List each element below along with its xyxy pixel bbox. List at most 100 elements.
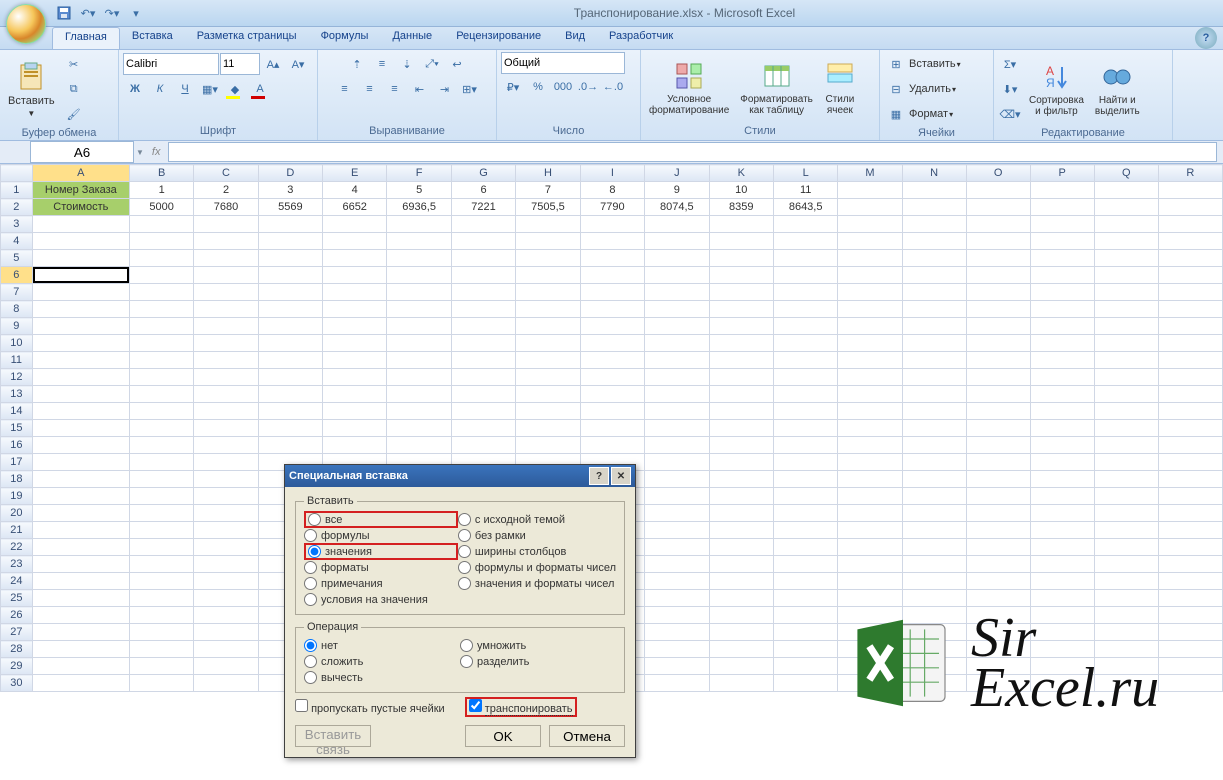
cell-L27[interactable] xyxy=(773,624,838,641)
row-header-26[interactable]: 26 xyxy=(1,607,33,624)
cell-F8[interactable] xyxy=(387,301,452,318)
grow-font-icon[interactable]: A▴ xyxy=(261,52,285,76)
cell-E9[interactable] xyxy=(323,318,387,335)
cell-K3[interactable] xyxy=(709,216,773,233)
bold-icon[interactable]: Ж xyxy=(123,77,147,101)
row-header-16[interactable]: 16 xyxy=(1,437,33,454)
row-header-25[interactable]: 25 xyxy=(1,590,33,607)
cell-A30[interactable] xyxy=(32,675,129,692)
col-header-A[interactable]: A xyxy=(32,165,129,182)
cell-M10[interactable] xyxy=(838,335,902,352)
cell-J15[interactable] xyxy=(645,420,710,437)
cell-J13[interactable] xyxy=(645,386,710,403)
row-header-12[interactable]: 12 xyxy=(1,369,33,386)
cell-F10[interactable] xyxy=(387,335,452,352)
cell-M20[interactable] xyxy=(838,505,902,522)
cell-R21[interactable] xyxy=(1158,522,1222,539)
cell-A21[interactable] xyxy=(32,522,129,539)
cell-G1[interactable]: 6 xyxy=(451,182,515,199)
cell-M8[interactable] xyxy=(838,301,902,318)
cell-P21[interactable] xyxy=(1030,522,1094,539)
cell-F12[interactable] xyxy=(387,369,452,386)
row-header-30[interactable]: 30 xyxy=(1,675,33,692)
cell-L14[interactable] xyxy=(773,403,838,420)
opt-val-num[interactable]: значения и форматы чисел xyxy=(458,577,616,590)
col-header-O[interactable]: O xyxy=(966,165,1030,182)
insert-cells-label[interactable]: Вставить xyxy=(909,58,956,70)
cell-O16[interactable] xyxy=(966,437,1030,454)
cell-N14[interactable] xyxy=(902,403,966,420)
cell-N1[interactable] xyxy=(902,182,966,199)
cell-M14[interactable] xyxy=(838,403,902,420)
cell-O21[interactable] xyxy=(966,522,1030,539)
cell-D13[interactable] xyxy=(258,386,322,403)
cell-D14[interactable] xyxy=(258,403,322,420)
cell-P22[interactable] xyxy=(1030,539,1094,556)
font-name-combo[interactable] xyxy=(123,53,219,75)
opt-formulas[interactable]: формулы xyxy=(304,529,458,542)
cell-C8[interactable] xyxy=(194,301,258,318)
cell-J20[interactable] xyxy=(645,505,710,522)
cell-A12[interactable] xyxy=(32,369,129,386)
cell-H11[interactable] xyxy=(516,352,581,369)
tab-review[interactable]: Рецензирование xyxy=(444,27,553,49)
cell-Q22[interactable] xyxy=(1094,539,1158,556)
cell-J30[interactable] xyxy=(645,675,710,692)
number-format-combo[interactable] xyxy=(501,52,625,74)
cell-A16[interactable] xyxy=(32,437,129,454)
cell-Q6[interactable] xyxy=(1094,267,1158,284)
cell-I2[interactable]: 7790 xyxy=(580,199,644,216)
cell-I11[interactable] xyxy=(580,352,644,369)
tab-data[interactable]: Данные xyxy=(380,27,444,49)
cell-M18[interactable] xyxy=(838,471,902,488)
row-header-24[interactable]: 24 xyxy=(1,573,33,590)
cell-J22[interactable] xyxy=(645,539,710,556)
cell-Q4[interactable] xyxy=(1094,233,1158,250)
cell-N6[interactable] xyxy=(902,267,966,284)
cell-J25[interactable] xyxy=(645,590,710,607)
cell-G10[interactable] xyxy=(451,335,515,352)
cell-G9[interactable] xyxy=(451,318,515,335)
opt-validation[interactable]: условия на значения xyxy=(304,593,458,606)
save-icon[interactable] xyxy=(54,3,74,23)
worksheet-grid[interactable]: ABCDEFGHIJKLMNOPQR1Номер Заказа123456789… xyxy=(0,164,1223,778)
cell-H2[interactable]: 7505,5 xyxy=(516,199,581,216)
col-header-L[interactable]: L xyxy=(773,165,838,182)
cell-P16[interactable] xyxy=(1030,437,1094,454)
row-header-22[interactable]: 22 xyxy=(1,539,33,556)
cell-P10[interactable] xyxy=(1030,335,1094,352)
cell-A4[interactable] xyxy=(32,233,129,250)
cell-K16[interactable] xyxy=(709,437,773,454)
col-header-K[interactable]: K xyxy=(709,165,773,182)
cell-O7[interactable] xyxy=(966,284,1030,301)
cell-R2[interactable] xyxy=(1158,199,1222,216)
cell-R8[interactable] xyxy=(1158,301,1222,318)
cell-L11[interactable] xyxy=(773,352,838,369)
cell-P5[interactable] xyxy=(1030,250,1094,267)
cell-J12[interactable] xyxy=(645,369,710,386)
cell-C19[interactable] xyxy=(194,488,258,505)
cell-A20[interactable] xyxy=(32,505,129,522)
cell-R3[interactable] xyxy=(1158,216,1222,233)
cell-B29[interactable] xyxy=(130,658,194,675)
cell-H3[interactable] xyxy=(516,216,581,233)
cancel-button[interactable]: Отмена xyxy=(549,725,625,747)
cell-L10[interactable] xyxy=(773,335,838,352)
cell-K1[interactable]: 10 xyxy=(709,182,773,199)
cell-G7[interactable] xyxy=(451,284,515,301)
row-header-14[interactable]: 14 xyxy=(1,403,33,420)
cell-K14[interactable] xyxy=(709,403,773,420)
cell-R14[interactable] xyxy=(1158,403,1222,420)
cell-P15[interactable] xyxy=(1030,420,1094,437)
redo-icon[interactable]: ↷▾ xyxy=(102,3,122,23)
cell-N16[interactable] xyxy=(902,437,966,454)
row-header-9[interactable]: 9 xyxy=(1,318,33,335)
row-header-19[interactable]: 19 xyxy=(1,488,33,505)
cell-A6[interactable] xyxy=(32,267,129,284)
row-header-5[interactable]: 5 xyxy=(1,250,33,267)
col-header-G[interactable]: G xyxy=(451,165,515,182)
cell-D12[interactable] xyxy=(258,369,322,386)
col-header-D[interactable]: D xyxy=(258,165,322,182)
cell-D9[interactable] xyxy=(258,318,322,335)
cell-J11[interactable] xyxy=(645,352,710,369)
